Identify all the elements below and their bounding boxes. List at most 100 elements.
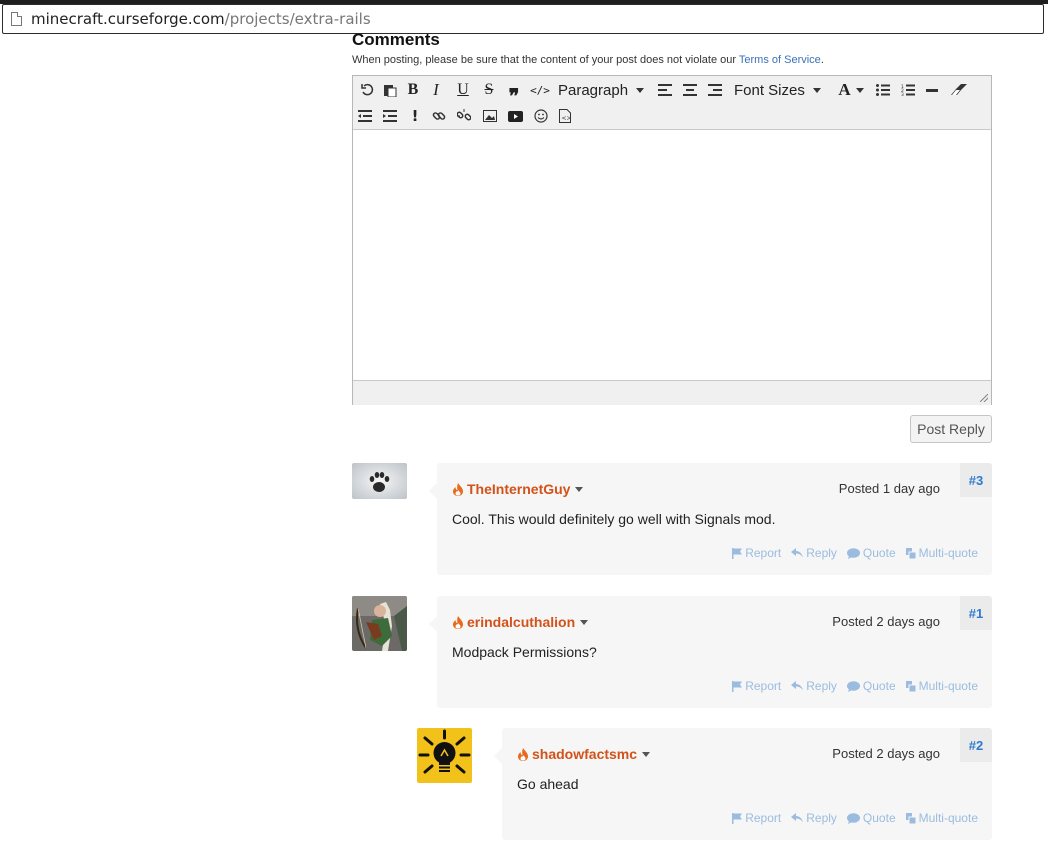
url-path: /projects/extra-rails <box>224 10 371 28</box>
report-button[interactable]: Report <box>732 546 781 560</box>
multiquote-label: Multi-quote <box>918 811 978 825</box>
comment-number[interactable]: #1 <box>960 596 992 630</box>
avatar[interactable] <box>352 463 407 499</box>
multiquote-button[interactable]: Multi-quote <box>905 679 978 693</box>
url-host: minecraft.curseforge.com <box>31 10 225 28</box>
link-icon[interactable] <box>428 105 450 127</box>
flame-icon <box>453 482 463 496</box>
reply-button[interactable]: Reply <box>791 546 837 560</box>
comment-author[interactable]: TheInternetGuy <box>452 481 584 497</box>
numbered-list-icon[interactable]: 123 <box>897 79 919 101</box>
comment-card: erindalcuthalion Posted 2 days ago #1 Mo… <box>429 596 992 708</box>
avatar[interactable] <box>352 596 407 651</box>
reply-icon <box>791 813 804 823</box>
lightbulb-avatar-icon <box>417 728 472 783</box>
text-color-icon[interactable]: A <box>835 79 867 101</box>
chevron-down-icon[interactable] <box>575 487 584 492</box>
flag-icon <box>732 680 743 692</box>
italic-icon[interactable]: I <box>425 79 447 101</box>
page-icon <box>11 12 22 26</box>
comment-author[interactable]: erindalcuthalion <box>452 614 589 630</box>
chevron-down-icon <box>812 87 821 93</box>
strikethrough-icon[interactable]: S <box>478 79 500 101</box>
bold-icon[interactable]: B <box>402 79 424 101</box>
indent-icon[interactable] <box>379 105 401 127</box>
chevron-down-icon <box>636 87 645 93</box>
quote-label: Quote <box>862 546 896 560</box>
reply-button[interactable]: Reply <box>791 679 837 693</box>
multiquote-icon <box>905 547 916 559</box>
multiquote-icon <box>905 680 916 692</box>
chevron-down-icon[interactable] <box>642 752 651 757</box>
report-label: Report <box>745 546 782 560</box>
video-icon[interactable] <box>504 105 526 127</box>
paste-icon[interactable] <box>379 79 401 101</box>
paragraph-format-select[interactable]: Paragraph <box>558 79 650 101</box>
outdent-icon[interactable] <box>354 105 376 127</box>
clear-format-icon[interactable] <box>948 79 970 101</box>
spoiler-icon[interactable]: ! <box>404 105 426 127</box>
editor-toolbar: B I U S ❞ </> Paragraph Font Sizes A 123 <box>353 76 991 130</box>
comment-actions: Report Reply Quote Multi-quote <box>732 679 978 693</box>
quote-label: Quote <box>862 679 896 693</box>
comment-editor: B I U S ❞ </> Paragraph Font Sizes A 123 <box>352 75 992 405</box>
report-button[interactable]: Report <box>732 679 781 693</box>
speech-bubble-icon <box>846 812 860 824</box>
notice-text: When posting, please be sure that the co… <box>352 54 739 66</box>
svg-text:3: 3 <box>901 92 904 96</box>
terms-of-service-link[interactable]: Terms of Service <box>739 54 821 66</box>
comment-username[interactable]: TheInternetGuy <box>467 481 570 497</box>
comment-number[interactable]: #2 <box>960 728 992 762</box>
quote-button[interactable]: Quote <box>846 811 896 825</box>
flag-icon <box>732 812 743 824</box>
paw-print-avatar-icon <box>352 463 407 499</box>
align-center-icon[interactable] <box>679 79 701 101</box>
font-size-select[interactable]: Font Sizes <box>734 79 826 101</box>
report-button[interactable]: Report <box>732 811 781 825</box>
comment-card: shadowfactsmc Posted 2 days ago #2 Go ah… <box>494 728 992 840</box>
report-label: Report <box>745 679 782 693</box>
comment-actions: Report Reply Quote Multi-quote <box>732 811 978 825</box>
multiquote-label: Multi-quote <box>918 546 978 560</box>
comment-number[interactable]: #3 <box>960 463 992 497</box>
comment-actions: Report Reply Quote Multi-quote <box>732 546 978 560</box>
notice-suffix: . <box>820 54 824 66</box>
post-reply-button[interactable]: Post Reply <box>910 415 992 443</box>
image-icon[interactable] <box>479 105 501 127</box>
comment-body: Go ahead <box>517 776 579 792</box>
bullet-list-icon[interactable] <box>872 79 894 101</box>
code-icon[interactable]: </> <box>529 79 551 101</box>
avatar[interactable] <box>417 728 472 783</box>
resize-handle-icon[interactable] <box>980 394 988 402</box>
align-left-icon[interactable] <box>654 79 676 101</box>
reply-label: Reply <box>806 546 837 560</box>
horizontal-rule-icon[interactable] <box>921 79 943 101</box>
chevron-down-icon[interactable] <box>580 620 589 625</box>
comment-username[interactable]: shadowfactsmc <box>532 746 637 762</box>
multiquote-button[interactable]: Multi-quote <box>905 811 978 825</box>
url-text[interactable]: minecraft.curseforge.com/projects/extra-… <box>31 10 371 28</box>
comment-username[interactable]: erindalcuthalion <box>467 614 575 630</box>
align-right-icon[interactable] <box>704 79 726 101</box>
comment-timestamp: Posted 2 days ago <box>832 746 940 761</box>
address-bar[interactable]: minecraft.curseforge.com/projects/extra-… <box>2 4 1044 34</box>
posting-notice: When posting, please be sure that the co… <box>352 54 824 66</box>
comment-text-area[interactable] <box>353 130 991 380</box>
emoticon-icon[interactable] <box>530 105 552 127</box>
source-icon[interactable]: <> <box>554 105 576 127</box>
reply-label: Reply <box>806 679 837 693</box>
quote-button[interactable]: Quote <box>846 679 896 693</box>
flame-icon <box>453 615 463 629</box>
multiquote-icon <box>905 812 916 824</box>
multiquote-button[interactable]: Multi-quote <box>905 546 978 560</box>
reply-button[interactable]: Reply <box>791 811 837 825</box>
underline-icon[interactable]: U <box>452 79 474 101</box>
undo-icon[interactable] <box>356 79 378 101</box>
reply-icon <box>791 548 804 558</box>
blockquote-icon[interactable]: ❞ <box>503 79 525 108</box>
comment-author[interactable]: shadowfactsmc <box>517 746 651 762</box>
comment-body: Cool. This would definitely go well with… <box>452 511 776 527</box>
unlink-icon[interactable] <box>453 105 475 127</box>
multiquote-label: Multi-quote <box>918 679 978 693</box>
quote-button[interactable]: Quote <box>846 546 896 560</box>
